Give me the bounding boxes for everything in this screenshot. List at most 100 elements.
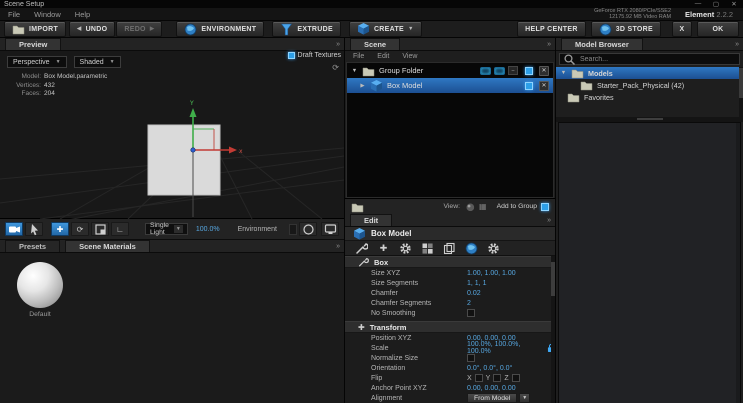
- search-input[interactable]: [578, 54, 736, 64]
- create-button[interactable]: CREATE ▼: [348, 21, 422, 37]
- group-delete-button[interactable]: ✕: [539, 65, 549, 76]
- import-button[interactable]: IMPORT: [4, 21, 67, 37]
- edit-scrollbar[interactable]: [551, 256, 555, 403]
- alignment-dropdown-icon[interactable]: ▼: [519, 393, 531, 403]
- settings-gear-icon[interactable]: [487, 242, 500, 255]
- model-search[interactable]: [559, 53, 740, 65]
- flip-y-checkbox[interactable]: [493, 374, 502, 382]
- scene-menu-file[interactable]: File: [353, 53, 364, 60]
- world-icon[interactable]: [465, 242, 478, 255]
- scene-menu-edit[interactable]: Edit: [377, 53, 389, 60]
- tab-preview[interactable]: Preview: [5, 38, 62, 50]
- tree-row-box-model[interactable]: ▶ Box Model ✕: [347, 78, 553, 93]
- collapse-icon[interactable]: ▼: [351, 68, 358, 74]
- flip-x-checkbox[interactable]: [474, 374, 483, 382]
- rotate-mode-button[interactable]: ⟳: [71, 222, 89, 236]
- render-sphere-button[interactable]: [299, 222, 317, 236]
- scene-menu-view[interactable]: View: [402, 53, 417, 60]
- materials-expand-icon[interactable]: »: [336, 243, 340, 250]
- material-thumbnail[interactable]: [17, 262, 63, 308]
- light-intensity-value[interactable]: 100.0%: [196, 226, 220, 233]
- model-thumbnails-area[interactable]: [558, 122, 741, 403]
- tab-scene[interactable]: Scene: [350, 38, 401, 50]
- normalize-size-checkbox[interactable]: [467, 354, 475, 362]
- minimize-icon[interactable]: —: [689, 0, 707, 8]
- reset-view-icon[interactable]: ⟳: [332, 63, 339, 72]
- tab-model-browser[interactable]: Model Browser: [561, 38, 643, 50]
- box-section-header[interactable]: Box: [345, 256, 555, 268]
- scale-mode-button[interactable]: [91, 222, 109, 236]
- preview-viewport[interactable]: Y x Draft Textures ⟳ Perspective ▼ Shade…: [0, 51, 344, 219]
- wireframe-icon[interactable]: ▦: [479, 202, 487, 211]
- duplicate-icon[interactable]: [443, 242, 456, 255]
- environment-lock-icon[interactable]: [281, 224, 284, 235]
- alignment-select[interactable]: From Model: [467, 393, 518, 403]
- store-button[interactable]: 3D STORE: [590, 21, 661, 37]
- environment-button[interactable]: ENVIRONMENT: [176, 21, 265, 37]
- close-icon[interactable]: ✕: [725, 0, 743, 8]
- axis-mode-button[interactable]: ∟: [111, 222, 129, 236]
- draft-textures-toggle[interactable]: Draft Textures: [287, 52, 341, 59]
- select-mode-button[interactable]: [25, 222, 43, 236]
- chamfer-value[interactable]: 0.02: [467, 290, 481, 297]
- tree-row-starter-pack[interactable]: Starter_Pack_Physical (42): [556, 79, 743, 91]
- new-folder-icon[interactable]: [351, 201, 365, 213]
- tree-row-favorites[interactable]: Favorites: [556, 91, 743, 103]
- orientation-value[interactable]: 0.0°, 0.0°, 0.0°: [467, 365, 512, 372]
- cancel-button[interactable]: X: [672, 21, 692, 37]
- group-toggle-a[interactable]: [480, 66, 491, 75]
- menu-file[interactable]: File: [8, 10, 20, 19]
- collapse-icon[interactable]: ▼: [560, 70, 567, 76]
- model-delete-button[interactable]: ✕: [539, 80, 549, 91]
- help-center-button[interactable]: HELP CENTER: [517, 21, 586, 37]
- tree-row-models[interactable]: ▼ Models: [556, 67, 743, 79]
- tools-icon[interactable]: [355, 242, 368, 255]
- scene-expand-icon[interactable]: »: [547, 41, 551, 48]
- light-mode-select[interactable]: Single Light ▼: [145, 222, 188, 236]
- no-smoothing-checkbox[interactable]: [467, 309, 475, 317]
- anchor-point-value[interactable]: 0.00, 0.00, 0.00: [467, 385, 516, 392]
- model-visible-checkbox[interactable]: [525, 81, 533, 90]
- box-model-mesh[interactable]: [147, 124, 221, 196]
- menu-window[interactable]: Window: [34, 10, 61, 19]
- group-minus-button[interactable]: –: [508, 66, 518, 75]
- draft-textures-checkbox[interactable]: [287, 52, 295, 59]
- expand-icon[interactable]: ▶: [359, 83, 366, 89]
- camera-mode-button[interactable]: [5, 222, 23, 236]
- material-sphere-icon[interactable]: [465, 202, 475, 212]
- fullscreen-button[interactable]: [321, 222, 339, 236]
- redo-button[interactable]: REDO ▶: [116, 21, 163, 37]
- move-tool-icon[interactable]: ✚: [377, 242, 390, 255]
- tree-row-group-folder[interactable]: ▼ Group Folder – ✕: [347, 63, 553, 78]
- transform-section-header[interactable]: ✚ Transform: [345, 321, 555, 333]
- extrude-button[interactable]: EXTRUDE: [272, 21, 341, 37]
- menu-help[interactable]: Help: [75, 10, 90, 19]
- environment-map-slot[interactable]: [289, 223, 297, 235]
- deform-icon[interactable]: [399, 242, 412, 255]
- tab-edit[interactable]: Edit: [350, 214, 393, 226]
- camera-select[interactable]: Perspective ▼: [7, 56, 67, 68]
- add-to-group-checkbox[interactable]: [541, 202, 549, 211]
- preview-expand-icon[interactable]: »: [336, 41, 340, 48]
- size-segments-value[interactable]: 1, 1, 1: [467, 280, 486, 287]
- size-xyz-value[interactable]: 1.00, 1.00, 1.00: [467, 270, 516, 277]
- chamfer-segments-value[interactable]: 2: [467, 300, 471, 307]
- flip-z-checkbox[interactable]: [511, 374, 520, 382]
- scale-value[interactable]: 100.0%, 100.0%, 100.0%: [467, 341, 538, 355]
- group-toggle-b[interactable]: [494, 66, 505, 75]
- undo-button[interactable]: ◀ UNDO: [69, 21, 116, 37]
- browser-tree-scrollbar[interactable]: [739, 67, 743, 117]
- textures-icon[interactable]: [421, 242, 434, 255]
- browser-expand-icon[interactable]: »: [735, 41, 739, 48]
- model-info: Model: Box Model.parametric Vertices: 432 …: [16, 73, 108, 97]
- shading-select[interactable]: Shaded ▼: [73, 56, 121, 68]
- edit-expand-icon[interactable]: »: [547, 217, 551, 224]
- move-mode-button[interactable]: ✚: [51, 222, 69, 236]
- tab-presets[interactable]: Presets: [5, 240, 61, 252]
- ok-button[interactable]: OK: [697, 21, 739, 37]
- tab-scene-materials[interactable]: Scene Materials: [65, 240, 150, 252]
- thumbnails-scrollbar[interactable]: [736, 123, 740, 403]
- group-visible-checkbox[interactable]: [525, 66, 533, 75]
- maximize-icon[interactable]: ▢: [707, 0, 725, 8]
- edit-header: Edit »: [345, 214, 555, 227]
